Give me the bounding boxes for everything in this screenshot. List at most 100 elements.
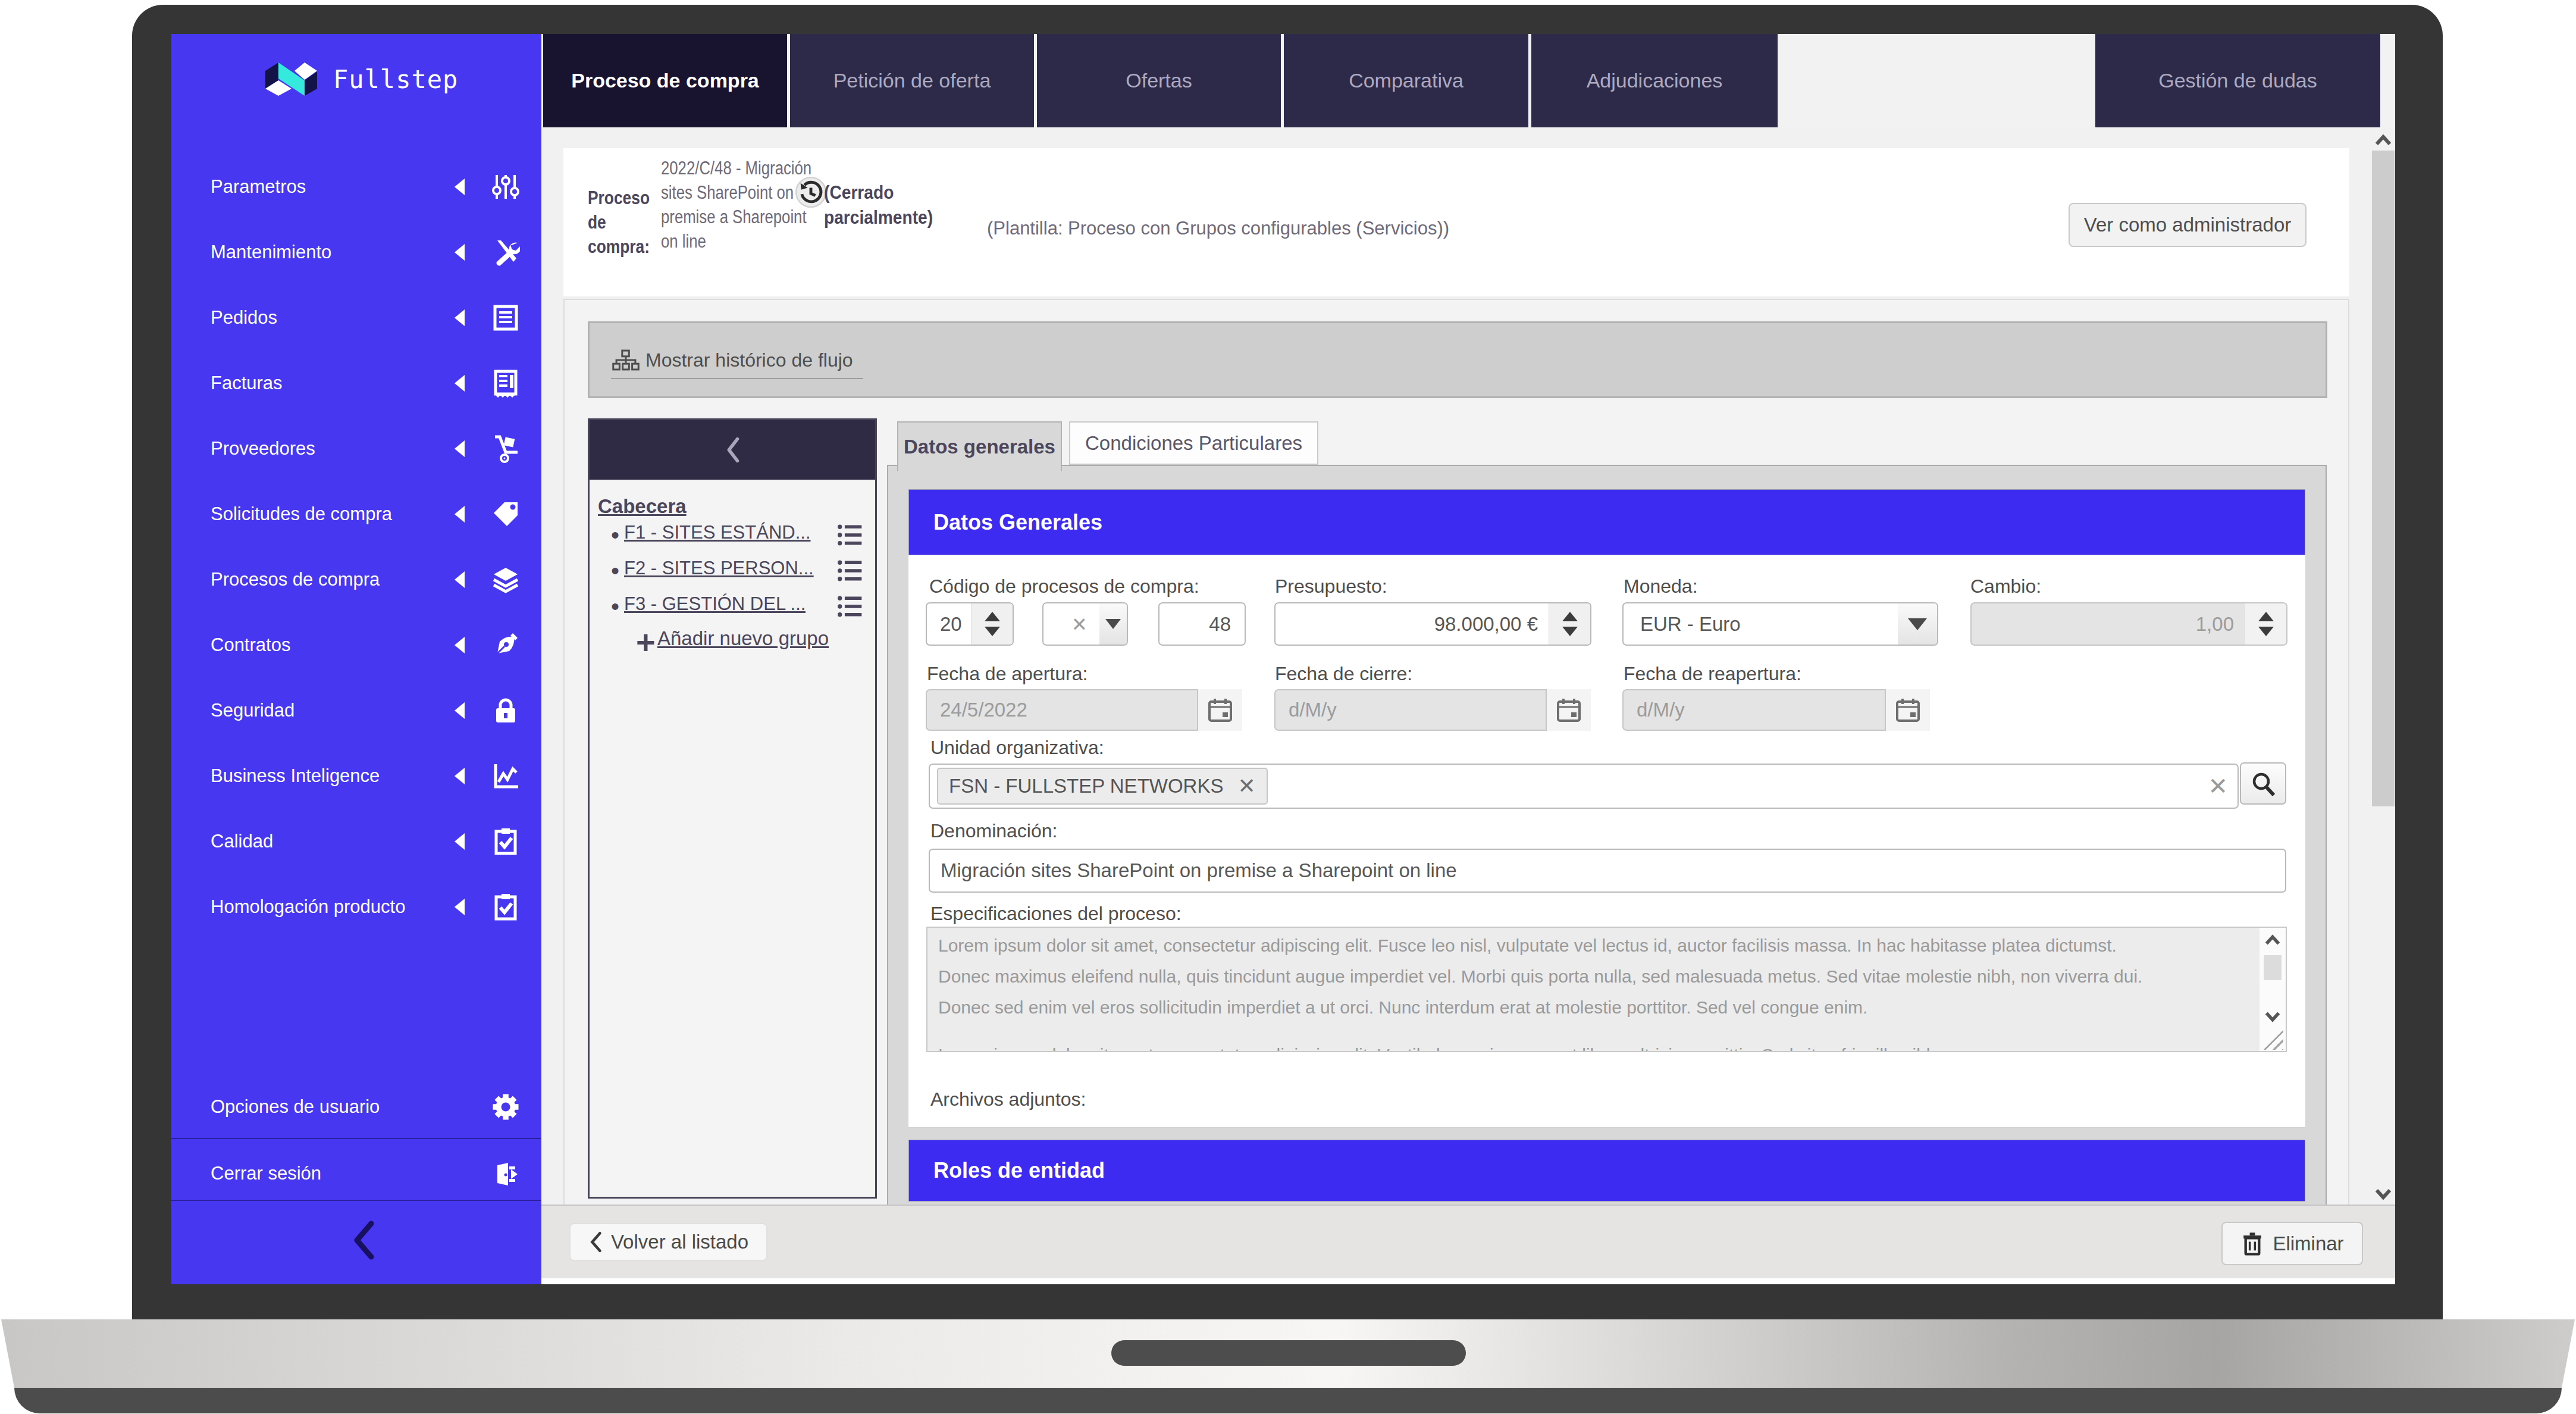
sidebar-item-label: Business Inteligence: [211, 765, 380, 787]
scrollbar-thumb[interactable]: [2372, 151, 2395, 806]
scrollbar-thumb[interactable]: [2264, 955, 2282, 980]
sidebar-item-facturas[interactable]: Facturas: [171, 356, 541, 411]
spin-up-icon[interactable]: [1562, 612, 1578, 621]
button-label: Eliminar: [2273, 1232, 2343, 1255]
tab-proceso-de-compra[interactable]: Proceso de compra: [543, 34, 787, 127]
denomination-input[interactable]: Migración sites SharePoint on premise a …: [929, 849, 2286, 893]
org-unit-chip[interactable]: FSN - FULLSTEP NETWORKS ✕: [937, 768, 1268, 805]
select-arrow[interactable]: [1898, 603, 1937, 645]
field-label-denominacion: Denominación:: [930, 820, 1057, 842]
spin-down-icon[interactable]: [2258, 627, 2274, 636]
tree-group-label[interactable]: F1 - SITES ESTÁND...: [624, 522, 811, 543]
sidebar-item-parametros[interactable]: Parametros: [171, 159, 541, 214]
tree-group-item[interactable]: • F1 - SITES ESTÁND...: [611, 522, 872, 558]
scroll-down-icon[interactable]: [2374, 1185, 2392, 1203]
code-year-spinner[interactable]: 20: [926, 602, 1014, 646]
add-group-link[interactable]: + Añadir nuevo grupo: [636, 626, 874, 659]
sidebar-item-cerrar-sesion[interactable]: Cerrar sesión: [171, 1146, 541, 1201]
collapse-triangle-icon: [455, 571, 465, 588]
scroll-up-icon[interactable]: [2374, 132, 2392, 150]
calendar-button[interactable]: [1547, 689, 1591, 731]
sidebar-item-opciones-de-usuario[interactable]: Opciones de usuario: [171, 1080, 541, 1134]
tab-gestion-de-dudas[interactable]: Gestión de dudas: [2095, 34, 2380, 127]
tab-label: Ofertas: [1126, 69, 1192, 92]
specs-text-line: Donec maximus eleifend nulla, quis tinci…: [938, 961, 2247, 992]
clipboard-check-icon: [491, 827, 520, 856]
sidebar-item-solicitudes-de-compra[interactable]: Solicitudes de compra: [171, 487, 541, 542]
sidebar-item-seguridad[interactable]: Seguridad: [171, 683, 541, 738]
tab-adjudicaciones[interactable]: Adjudicaciones: [1531, 34, 1778, 127]
section-title: Roles de entidad: [933, 1158, 1105, 1183]
chip-remove-icon[interactable]: ✕: [1237, 774, 1255, 799]
scroll-up-icon[interactable]: [2264, 933, 2282, 950]
flow-history-link[interactable]: Mostrar histórico de flujo: [645, 349, 853, 371]
view-as-admin-button[interactable]: Ver como administrador: [2069, 203, 2307, 247]
page-scrollbar[interactable]: [2371, 127, 2395, 1205]
bullet-icon: •: [611, 593, 619, 620]
spin-up-icon[interactable]: [2258, 612, 2274, 621]
specs-textarea[interactable]: Lorem ipsum dolor sit amet, consectetur …: [926, 927, 2287, 1052]
section-header-roles-de-entidad: Roles de entidad: [908, 1140, 2305, 1202]
currency-select[interactable]: EUR - Euro: [1622, 602, 1938, 646]
calendar-button[interactable]: [1198, 689, 1242, 731]
tree-collapse-header[interactable]: [590, 420, 875, 480]
tree-group-label[interactable]: F2 - SITES PERSON...: [624, 558, 814, 579]
history-icon[interactable]: [795, 177, 826, 208]
tab-condiciones-particulares[interactable]: Condiciones Particulares: [1069, 421, 1318, 465]
sidebar-item-label: Mantenimiento: [211, 242, 331, 263]
org-unit-search-button[interactable]: [2240, 762, 2286, 805]
tab-label: Petición de oferta: [833, 69, 991, 92]
tab-ofertas[interactable]: Ofertas: [1037, 34, 1281, 127]
chevron-left-icon: [588, 1231, 603, 1253]
tree-root-link[interactable]: Cabecera: [598, 495, 687, 518]
list-icon[interactable]: [838, 558, 864, 584]
flow-history-bar[interactable]: Mostrar histórico de flujo: [588, 321, 2327, 398]
sidebar-collapse-button[interactable]: [171, 1201, 541, 1284]
spinner-buttons[interactable]: [971, 603, 1013, 645]
collapse-triangle-icon: [455, 375, 465, 392]
sidebar-item-contratos[interactable]: Contratos: [171, 618, 541, 672]
org-unit-input[interactable]: FSN - FULLSTEP NETWORKS ✕ ✕: [929, 764, 2239, 809]
sidebar-item-business-inteligence[interactable]: Business Inteligence: [171, 749, 541, 803]
select-arrow[interactable]: [1099, 603, 1127, 645]
budget-input[interactable]: 98.000,00 €: [1274, 602, 1591, 646]
sidebar-item-mantenimiento[interactable]: Mantenimiento: [171, 225, 541, 280]
scroll-down-icon[interactable]: [2264, 1009, 2282, 1027]
code-number-input[interactable]: 48: [1158, 602, 1246, 646]
tab-datos-generales[interactable]: Datos generales: [897, 421, 1062, 471]
footer-bar: Volver al listado Eliminar: [541, 1205, 2395, 1278]
add-group-label: Añadir nuevo grupo: [657, 627, 829, 650]
chevron-left-icon: [350, 1220, 376, 1260]
sidebar-item-calidad[interactable]: Calidad: [171, 814, 541, 869]
tab-peticion-de-oferta[interactable]: Petición de oferta: [790, 34, 1034, 127]
field-label-cambio: Cambio:: [1970, 575, 2041, 597]
tab-comparativa[interactable]: Comparativa: [1284, 34, 1528, 127]
trash-icon: [2240, 1231, 2264, 1257]
textarea-scrollbar[interactable]: [2260, 928, 2286, 1051]
spin-up-icon[interactable]: [985, 612, 1000, 621]
spinner-buttons[interactable]: [1549, 603, 1590, 645]
sidebar-item-procesos-de-compra[interactable]: Procesos de compra: [171, 552, 541, 607]
resize-handle-icon[interactable]: [2261, 1027, 2283, 1050]
tree-group-item[interactable]: • F2 - SITES PERSON...: [611, 558, 872, 593]
tree-group-label[interactable]: F3 - GESTIÓN DEL ...: [624, 593, 806, 615]
back-to-list-button[interactable]: Volver al listado: [569, 1223, 767, 1261]
specs-text-line: Donec sed enim vel eros sollicitudin imp…: [938, 992, 2247, 1023]
field-value: EUR - Euro: [1640, 613, 1741, 636]
sidebar-item-homologacion-producto[interactable]: Homologación producto: [171, 880, 541, 934]
sidebar-item-proveedores[interactable]: Proveedores: [171, 421, 541, 476]
spinner-buttons[interactable]: [2245, 603, 2286, 645]
group-tree-panel: Cabecera • F1 - SITES ESTÁND... • F2 - S…: [588, 418, 877, 1199]
sidebar-item-pedidos[interactable]: Pedidos: [171, 290, 541, 345]
spin-down-icon[interactable]: [1562, 627, 1578, 636]
clear-icon[interactable]: ✕: [2208, 772, 2228, 800]
tab-label: Condiciones Particulares: [1085, 432, 1302, 455]
list-icon[interactable]: [838, 522, 864, 548]
code-type-select[interactable]: ×: [1042, 602, 1128, 646]
list-icon[interactable]: [838, 593, 864, 620]
delete-button[interactable]: Eliminar: [2221, 1222, 2363, 1265]
spin-down-icon[interactable]: [985, 627, 1000, 636]
collapse-triangle-icon: [455, 244, 465, 261]
calendar-button[interactable]: [1886, 689, 1930, 731]
laptop-base-bottom: [14, 1388, 2562, 1413]
